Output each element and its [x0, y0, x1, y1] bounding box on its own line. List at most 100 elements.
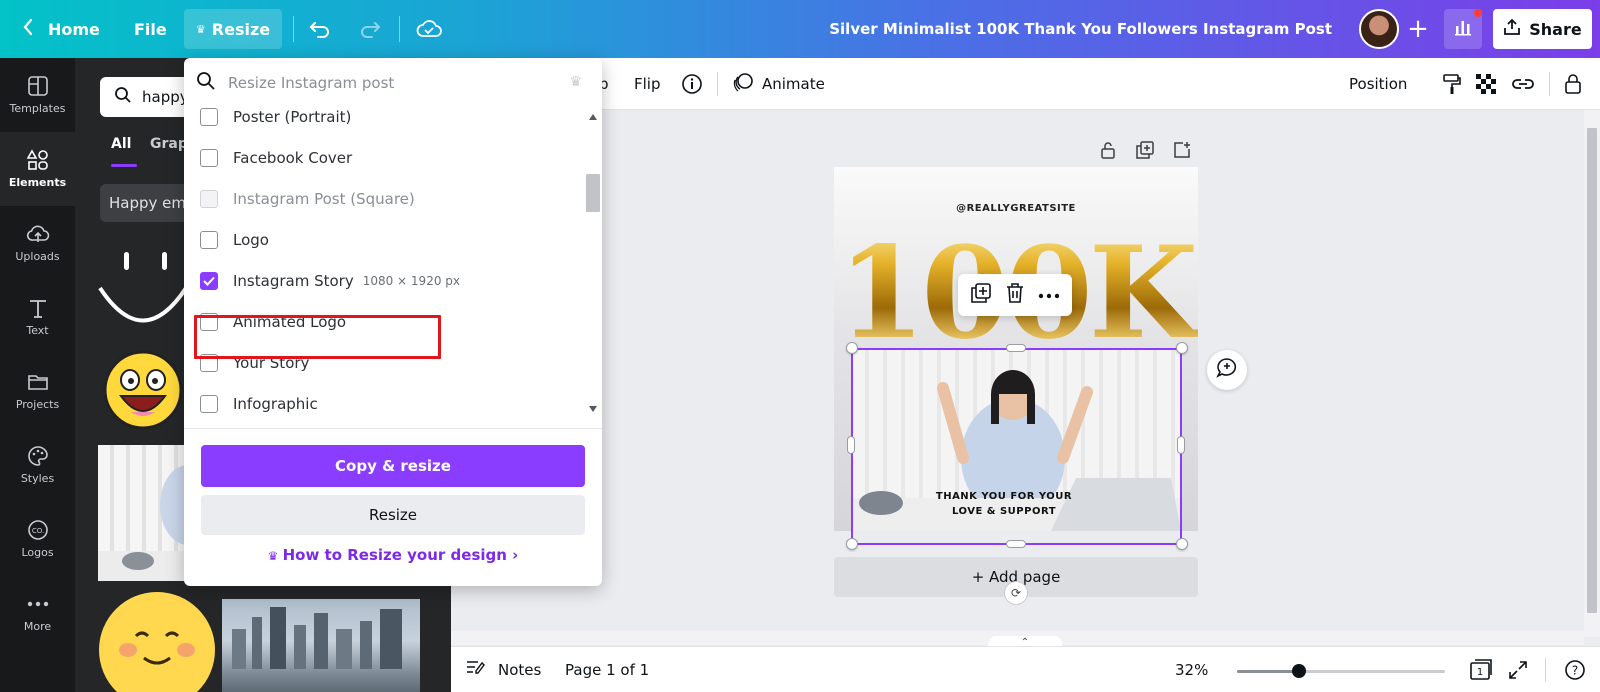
- rail-item-styles[interactable]: Styles: [0, 428, 75, 502]
- scroll-up-icon[interactable]: [589, 114, 597, 120]
- resize-option-infographic[interactable]: Infographic: [200, 389, 318, 419]
- resize-handle[interactable]: [1176, 342, 1188, 354]
- resize-handle[interactable]: [847, 436, 855, 454]
- rail-item-projects[interactable]: Projects: [0, 354, 75, 428]
- share-button[interactable]: Share: [1493, 9, 1592, 49]
- city-skyline-element[interactable]: [222, 599, 420, 692]
- page-indicator[interactable]: Page 1 of 1: [565, 647, 649, 692]
- notes-button[interactable]: Notes: [466, 647, 541, 692]
- zoom-slider-knob[interactable]: [1292, 664, 1306, 678]
- rail-item-uploads[interactable]: Uploads: [0, 206, 75, 280]
- checkbox-checked[interactable]: [200, 272, 218, 290]
- checkbox[interactable]: [200, 149, 218, 167]
- duplicate-icon[interactable]: [970, 282, 992, 308]
- chevron-left-icon: [22, 18, 34, 40]
- selection-highlight: [194, 315, 441, 359]
- upload-cloud-icon: [26, 223, 50, 245]
- link-icon[interactable]: [1511, 58, 1535, 110]
- add-comment-button[interactable]: [1207, 350, 1247, 390]
- rotate-icon[interactable]: ⟳: [1004, 581, 1028, 605]
- undo-icon[interactable]: [305, 14, 335, 44]
- rail-item-more[interactable]: More: [0, 576, 75, 650]
- scroll-down-icon[interactable]: [589, 406, 597, 412]
- info-icon[interactable]: [681, 58, 703, 110]
- resize-handle[interactable]: [1177, 436, 1185, 454]
- resize-handle[interactable]: [1176, 538, 1188, 550]
- resize-handle[interactable]: [846, 342, 858, 354]
- resize-button[interactable]: ♛ Resize: [184, 9, 282, 49]
- option-label: Instagram Post (Square): [233, 190, 415, 208]
- resize-handle[interactable]: [1006, 540, 1026, 548]
- checkbox[interactable]: [200, 108, 218, 126]
- trash-icon[interactable]: [1005, 282, 1025, 308]
- resize-option-poster-portrait[interactable]: Poster (Portrait): [200, 108, 351, 132]
- paint-roller-icon[interactable]: [1441, 58, 1463, 110]
- resize-handle[interactable]: [846, 538, 858, 550]
- bar-chart-icon: [1454, 18, 1472, 40]
- share-label: Share: [1529, 19, 1582, 39]
- vertical-scroll-thumb[interactable]: [1587, 128, 1597, 613]
- position-button[interactable]: Position: [1349, 58, 1407, 110]
- help-label: ?: [1572, 664, 1578, 678]
- rail-item-text[interactable]: Text: [0, 280, 75, 354]
- elements-icon: [26, 149, 50, 171]
- rail-item-elements[interactable]: Elements: [0, 132, 75, 206]
- smiling-emoji-element[interactable]: [98, 588, 216, 692]
- rail-item-logos[interactable]: CO. Logos: [0, 502, 75, 576]
- more-options-icon[interactable]: [1038, 287, 1060, 303]
- dropdown-scroll-thumb[interactable]: [586, 174, 600, 212]
- checkbox[interactable]: [200, 231, 218, 249]
- checkbox: [200, 190, 218, 208]
- file-menu-button[interactable]: File: [134, 0, 167, 58]
- toolbar-divider: [717, 72, 718, 96]
- option-label: Logo: [233, 231, 269, 249]
- resize-option-logo[interactable]: Logo: [200, 225, 269, 255]
- redo-icon[interactable]: [355, 14, 385, 44]
- option-label: Infographic: [233, 395, 318, 413]
- option-label: Poster (Portrait): [233, 108, 352, 126]
- toolbar-divider: [1549, 72, 1550, 96]
- resize-option-instagram-story[interactable]: Instagram Story 1080 × 1920 px: [200, 266, 460, 296]
- transparency-icon[interactable]: [1476, 58, 1496, 110]
- bottom-bar: Notes Page 1 of 1 32% 1 ?: [451, 646, 1600, 692]
- checkmark-icon: [203, 276, 215, 286]
- left-rail: Templates Elements Uploads Text Projects…: [0, 58, 75, 692]
- design-handle-text[interactable]: @REALLYGREATSITE: [834, 203, 1198, 214]
- plus-icon: +: [1407, 14, 1429, 44]
- home-label: Home: [48, 19, 100, 39]
- lock-page-icon[interactable]: [1096, 138, 1120, 162]
- flip-button[interactable]: Flip: [634, 58, 660, 110]
- laughing-emoji-element[interactable]: [103, 350, 183, 430]
- cloud-saved-icon[interactable]: [414, 14, 444, 44]
- rail-label: Logos: [21, 546, 54, 559]
- animate-button[interactable]: Animate: [732, 58, 825, 110]
- rail-label: Projects: [15, 398, 60, 411]
- option-label: Facebook Cover: [233, 149, 353, 167]
- resize-option-instagram-post-square: Instagram Post (Square): [200, 184, 415, 214]
- help-button[interactable]: ?: [1564, 647, 1586, 692]
- lock-icon[interactable]: [1564, 58, 1582, 110]
- copy-and-resize-button[interactable]: Copy & resize: [201, 445, 585, 487]
- resize-handle[interactable]: [1006, 344, 1026, 352]
- add-collaborator-button[interactable]: +: [1399, 9, 1437, 49]
- rail-item-templates[interactable]: Templates: [0, 58, 75, 132]
- checkbox[interactable]: [200, 395, 218, 413]
- tab-graphics[interactable]: Grap: [150, 136, 188, 152]
- document-title[interactable]: Silver Minimalist 100K Thank You Followe…: [829, 0, 1332, 58]
- notes-icon: [466, 660, 486, 680]
- resize-search-input[interactable]: Resize Instagram post: [184, 58, 602, 108]
- avatar[interactable]: [1359, 9, 1399, 49]
- resize-option-facebook-cover[interactable]: Facebook Cover: [200, 143, 352, 173]
- animate-label: Animate: [762, 75, 825, 93]
- zoom-value[interactable]: 32%: [1175, 647, 1208, 692]
- fullscreen-icon[interactable]: [1508, 647, 1528, 692]
- dropdown-divider: [184, 428, 602, 429]
- resize-only-button[interactable]: Resize: [201, 495, 585, 535]
- page-grid-button[interactable]: 1: [1469, 647, 1493, 692]
- home-button[interactable]: Home: [22, 0, 100, 58]
- duplicate-page-icon[interactable]: [1133, 138, 1157, 162]
- option-dimensions: 1080 × 1920 px: [362, 274, 460, 288]
- tab-all[interactable]: All: [111, 136, 131, 152]
- add-page-icon[interactable]: [1170, 138, 1194, 162]
- how-to-resize-link[interactable]: ♛ How to Resize your design ›: [184, 546, 602, 564]
